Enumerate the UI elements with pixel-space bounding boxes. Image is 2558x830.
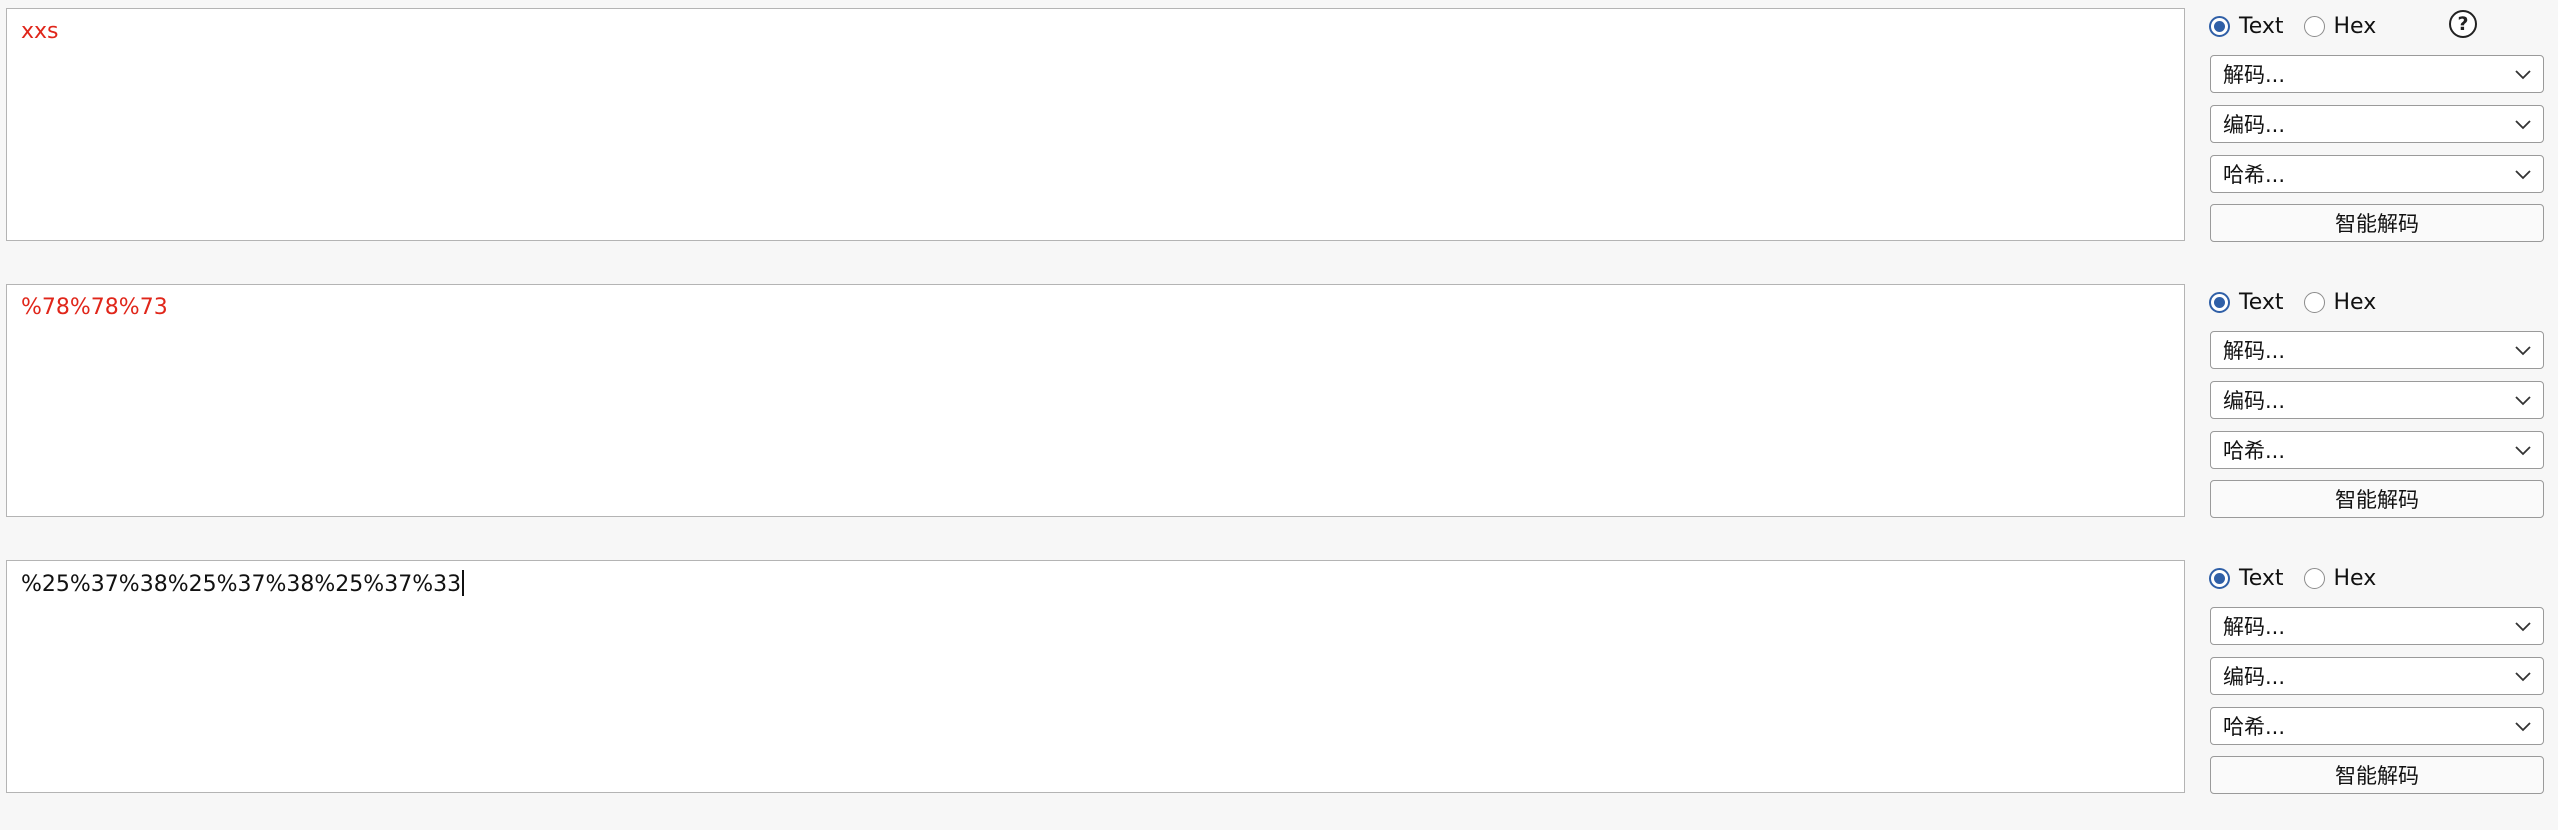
controls: Text Hex 解码... 编码... 哈希... 智能解码 [2209,276,2549,518]
chevron-down-icon [2515,120,2531,130]
text-editor[interactable]: %25%37%38%25%37%38%25%37%33 [6,560,2185,793]
editor-content: %25%37%38%25%37%38%25%37%33 [21,570,465,599]
encode-select[interactable]: 编码... [2210,657,2544,695]
chevron-down-icon [2515,346,2531,356]
text-radio-label[interactable]: Text [2239,566,2284,591]
hash-select[interactable]: 哈希... [2210,431,2544,469]
decode-select[interactable]: 解码... [2210,607,2544,645]
editor-text: %25%37%38%25%37%38%25%37%33 [21,572,462,597]
editor-content: xxs [21,19,59,44]
controls: Text Hex 解码... 编码... 哈希... 智能解码 [2209,552,2549,794]
hash-select-label: 哈希... [2223,439,2286,463]
decode-select-label: 解码... [2223,615,2286,639]
decoder-panel-3: %25%37%38%25%37%38%25%37%33 Text Hex 解码.… [0,552,2558,794]
text-editor[interactable]: xxs [6,8,2185,241]
text-radio[interactable] [2209,15,2230,37]
text-radio-label[interactable]: Text [2239,290,2284,315]
hex-radio[interactable] [2303,291,2325,313]
hex-radio[interactable] [2303,15,2325,37]
decode-select[interactable]: 解码... [2210,55,2544,93]
decode-select-label: 解码... [2223,63,2286,87]
hash-select-label: 哈希... [2223,163,2286,187]
smart-decode-button[interactable]: 智能解码 [2210,756,2544,794]
controls: Text Hex ? 解码... 编码... 哈希... 智能解码 [2209,0,2549,242]
chevron-down-icon [2515,672,2531,682]
hex-radio-label[interactable]: Hex [2334,290,2377,315]
editor-content: %78%78%73 [21,295,168,320]
hex-radio-label[interactable]: Hex [2334,14,2377,39]
help-icon[interactable]: ? [2449,10,2477,38]
hex-radio-label[interactable]: Hex [2334,566,2377,591]
mode-selector: Text Hex [2209,564,2396,592]
mode-selector: Text Hex [2209,12,2396,40]
text-radio-label[interactable]: Text [2239,14,2284,39]
chevron-down-icon [2515,722,2531,732]
text-caret [462,570,465,596]
hex-radio[interactable] [2303,567,2325,589]
encode-select-label: 编码... [2223,389,2286,413]
chevron-down-icon [2515,396,2531,406]
text-editor[interactable]: %78%78%73 [6,284,2185,517]
smart-decode-button[interactable]: 智能解码 [2210,204,2544,242]
encode-select[interactable]: 编码... [2210,381,2544,419]
hash-select-label: 哈希... [2223,715,2286,739]
chevron-down-icon [2515,70,2531,80]
text-radio[interactable] [2209,567,2230,589]
encode-select[interactable]: 编码... [2210,105,2544,143]
hash-select[interactable]: 哈希... [2210,155,2544,193]
decoder-panel-1: xxs Text Hex ? 解码... 编码... 哈希... 智能解码 [0,0,2558,242]
smart-decode-button[interactable]: 智能解码 [2210,480,2544,518]
encode-select-label: 编码... [2223,665,2286,689]
chevron-down-icon [2515,170,2531,180]
text-radio[interactable] [2209,291,2230,313]
encode-select-label: 编码... [2223,113,2286,137]
mode-selector: Text Hex [2209,288,2396,316]
decode-select[interactable]: 解码... [2210,331,2544,369]
decode-select-label: 解码... [2223,339,2286,363]
chevron-down-icon [2515,446,2531,456]
hash-select[interactable]: 哈希... [2210,707,2544,745]
chevron-down-icon [2515,622,2531,632]
decoder-panel-2: %78%78%73 Text Hex 解码... 编码... 哈希... 智能解… [0,276,2558,518]
